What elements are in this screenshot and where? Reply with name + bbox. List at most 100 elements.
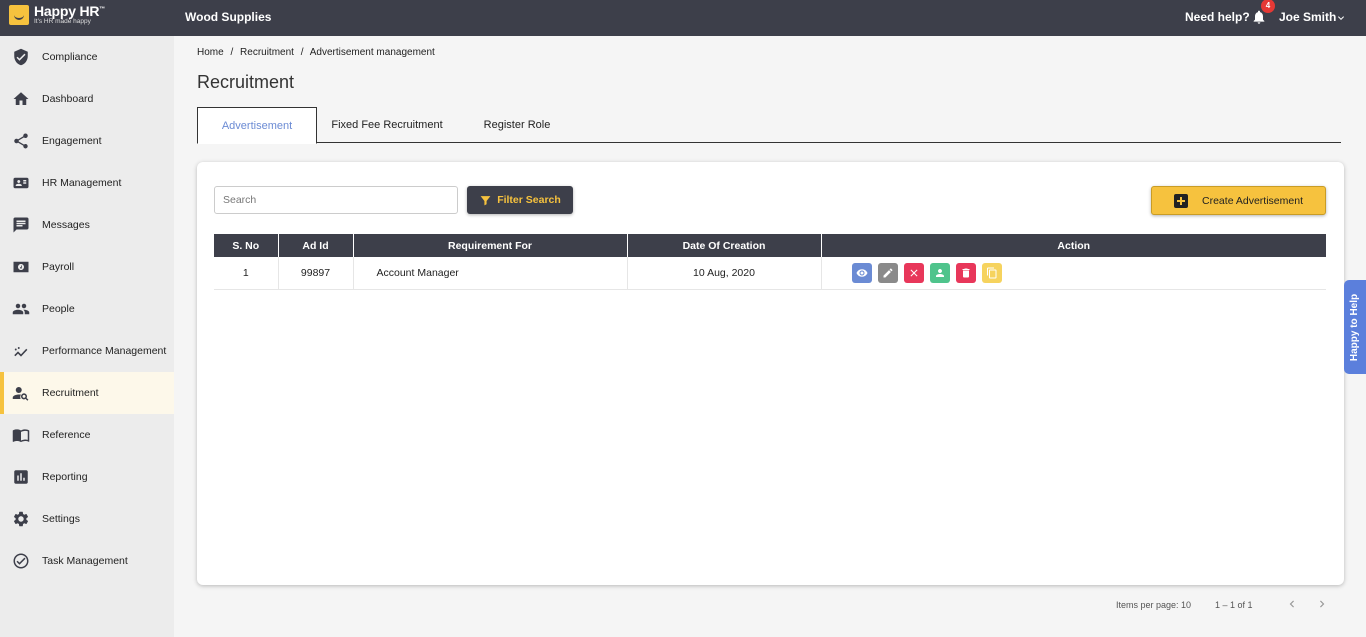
sidebar-item-messages[interactable]: Messages bbox=[0, 204, 174, 246]
column-header-date[interactable]: Date Of Creation bbox=[627, 234, 822, 257]
money-icon bbox=[12, 258, 30, 276]
message-icon bbox=[12, 216, 30, 234]
breadcrumb-separator: / bbox=[300, 47, 304, 58]
sidebar-item-label: People bbox=[42, 303, 75, 315]
sidebar-item-label: Payroll bbox=[42, 261, 75, 273]
filter-search-label: Filter Search bbox=[497, 194, 561, 206]
logo-smile-icon bbox=[9, 4, 29, 25]
sidebar-item-label: Settings bbox=[42, 513, 80, 525]
copy-icon bbox=[986, 267, 996, 279]
filter-search-button[interactable]: Filter Search bbox=[467, 186, 573, 214]
column-header-requirement[interactable]: Requirement For bbox=[353, 234, 628, 257]
column-header-ad-id[interactable]: Ad Id bbox=[278, 234, 354, 257]
cell-ad-id: 99897 bbox=[278, 257, 354, 290]
add-box-icon bbox=[1174, 193, 1189, 208]
candidates-button[interactable] bbox=[929, 262, 950, 283]
sidebar-item-label: Performance Management bbox=[42, 345, 167, 357]
page-title: Recruitment bbox=[197, 72, 295, 92]
pencil-icon bbox=[883, 268, 893, 278]
happy-to-help-tab[interactable]: Happy to Help bbox=[1344, 280, 1366, 374]
chart-icon bbox=[12, 468, 30, 486]
tab-bar: Advertisement Fixed Fee Recruitment Regi… bbox=[197, 107, 1341, 144]
sidebar-item-reporting[interactable]: Reporting bbox=[0, 456, 174, 498]
logo-title: Happy HR bbox=[34, 3, 100, 19]
create-advertisement-label: Create Advertisement bbox=[1202, 194, 1303, 207]
breadcrumb-recruitment[interactable]: Recruitment bbox=[240, 47, 294, 58]
advertisement-card: Filter Search Create Advertisement S. No… bbox=[197, 162, 1344, 585]
table-row: 1 99897 Account Manager 10 Aug, 2020 bbox=[214, 257, 1326, 290]
trash-icon bbox=[962, 268, 969, 278]
cell-sno: 1 bbox=[214, 257, 279, 290]
sidebar-item-payroll[interactable]: Payroll bbox=[0, 246, 174, 288]
sidebar-item-label: Recruitment bbox=[42, 387, 99, 399]
sidebar-item-dashboard[interactable]: Dashboard bbox=[0, 78, 174, 120]
sidebar-item-hr-management[interactable]: HR Management bbox=[0, 162, 174, 204]
person-search-icon bbox=[12, 384, 30, 402]
close-button[interactable] bbox=[903, 262, 924, 283]
search-input[interactable] bbox=[214, 186, 458, 214]
trend-icon bbox=[12, 342, 30, 360]
sidebar-item-settings[interactable]: Settings bbox=[0, 498, 174, 540]
people-icon bbox=[12, 300, 30, 318]
sidebar-item-performance-management[interactable]: Performance Management bbox=[0, 330, 174, 372]
sidebar-item-label: Engagement bbox=[42, 135, 102, 147]
shield-check-icon bbox=[12, 48, 30, 66]
sidebar-item-engagement[interactable]: Engagement bbox=[0, 120, 174, 162]
tab-fixed-fee-recruitment[interactable]: Fixed Fee Recruitment bbox=[319, 107, 455, 143]
filter-icon bbox=[480, 195, 491, 205]
pagination-range: 1 – 1 of 1 bbox=[1215, 600, 1253, 610]
sidebar-item-reference[interactable]: Reference bbox=[0, 414, 174, 456]
breadcrumb-current: Advertisement management bbox=[309, 47, 435, 58]
notification-badge: 4 bbox=[1261, 0, 1275, 13]
items-per-page[interactable]: Items per page: 10 bbox=[1116, 600, 1191, 610]
edit-button[interactable] bbox=[877, 262, 898, 283]
sidebar-item-recruitment[interactable]: Recruitment bbox=[0, 372, 174, 414]
sidebar-item-label: Compliance bbox=[42, 51, 98, 63]
gear-icon bbox=[12, 510, 30, 528]
share-icon bbox=[12, 132, 30, 150]
tab-register-role[interactable]: Register Role bbox=[467, 107, 567, 143]
sidebar-item-people[interactable]: People bbox=[0, 288, 174, 330]
breadcrumb-home[interactable]: Home bbox=[197, 47, 224, 58]
logo-trademark: ™ bbox=[99, 6, 106, 13]
sidebar-item-label: Reporting bbox=[42, 471, 88, 483]
chevron-left-icon[interactable] bbox=[1285, 597, 1299, 611]
breadcrumb: Home / Recruitment / Advertisement manag… bbox=[197, 47, 439, 58]
eye-icon bbox=[856, 269, 867, 277]
copy-button[interactable] bbox=[981, 262, 1002, 283]
sidebar-item-compliance[interactable]: Compliance bbox=[0, 36, 174, 78]
home-icon bbox=[12, 90, 30, 108]
sidebar-item-label: HR Management bbox=[42, 177, 122, 189]
user-name[interactable]: Joe Smith bbox=[1279, 10, 1336, 24]
logo[interactable]: Happy HR™ It's HR made happy bbox=[9, 4, 105, 26]
logo-tagline: It's HR made happy bbox=[34, 18, 91, 25]
tab-advertisement[interactable]: Advertisement bbox=[197, 107, 317, 144]
cell-date: 10 Aug, 2020 bbox=[627, 257, 822, 290]
breadcrumb-separator: / bbox=[230, 47, 234, 58]
sidebar-item-task-management[interactable]: Task Management bbox=[0, 540, 174, 582]
view-button[interactable] bbox=[851, 262, 872, 283]
table-header-row: S. No Ad Id Requirement For Date Of Crea… bbox=[214, 234, 1326, 257]
happy-to-help-label: Happy to Help bbox=[1349, 293, 1361, 361]
close-icon bbox=[910, 269, 917, 277]
person-icon bbox=[935, 268, 944, 277]
cell-actions bbox=[821, 257, 1326, 290]
sidebar-item-label: Messages bbox=[42, 219, 90, 231]
create-advertisement-button[interactable]: Create Advertisement bbox=[1151, 186, 1326, 215]
advertisement-table: S. No Ad Id Requirement For Date Of Crea… bbox=[214, 234, 1326, 290]
chevron-right-icon[interactable] bbox=[1315, 597, 1329, 611]
top-bar: Happy HR™ It's HR made happy Wood Suppli… bbox=[0, 0, 1366, 36]
cell-requirement: Account Manager bbox=[353, 257, 628, 290]
sidebar-item-label: Task Management bbox=[42, 555, 128, 567]
column-header-sno[interactable]: S. No bbox=[214, 234, 279, 257]
sidebar-item-label: Dashboard bbox=[42, 93, 94, 105]
sidebar: Compliance Dashboard Engagement HR Manag… bbox=[0, 36, 174, 637]
column-header-action: Action bbox=[821, 234, 1326, 257]
need-help-link[interactable]: Need help? bbox=[1185, 10, 1250, 24]
delete-button[interactable] bbox=[955, 262, 976, 283]
sidebar-item-label: Reference bbox=[42, 429, 91, 441]
book-icon bbox=[12, 426, 30, 444]
chevron-down-icon[interactable] bbox=[1335, 12, 1347, 24]
company-name: Wood Supplies bbox=[185, 10, 272, 24]
check-circle-icon bbox=[12, 552, 30, 570]
